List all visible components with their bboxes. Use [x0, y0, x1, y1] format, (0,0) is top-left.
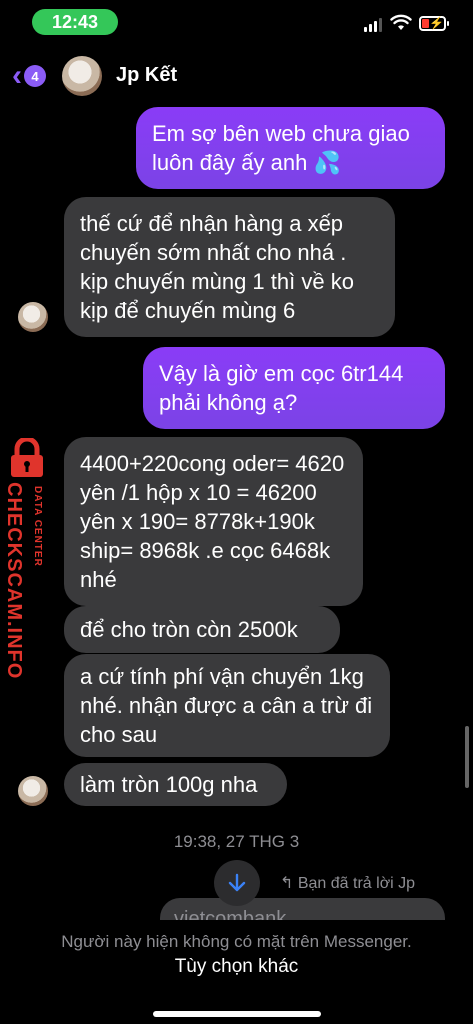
contact-avatar[interactable]: [62, 56, 102, 96]
status-time: 12:43: [32, 9, 118, 35]
reply-icon: ↰: [280, 875, 298, 892]
more-options-button[interactable]: Tùy chọn khác: [0, 956, 473, 978]
arrow-down-icon: [228, 873, 246, 892]
reply-note-text: Bạn đã trả lời Jp: [297, 875, 416, 892]
footer: Người này hiện không có mặt trên Messeng…: [0, 920, 473, 1024]
conversation-header: ‹ 4 Jp Kết: [0, 48, 473, 104]
watermark-subtext: DATA CENTER: [32, 486, 43, 567]
contact-name[interactable]: Jp Kết: [116, 64, 177, 87]
scroll-to-bottom-button[interactable]: [214, 860, 260, 906]
reply-note: ↰ Bạn đã trả lời Jp: [280, 873, 415, 893]
scrollbar[interactable]: [465, 726, 469, 788]
signal-icon: [364, 18, 382, 32]
message-incoming[interactable]: thế cứ để nhận hàng a xếp chuyến sớm nhấ…: [64, 197, 395, 337]
status-bar: 12:43 ⚡: [0, 0, 473, 44]
home-indicator[interactable]: [153, 1011, 321, 1017]
message-incoming[interactable]: để cho tròn còn 2500k: [64, 606, 340, 653]
unread-badge: 4: [24, 65, 46, 87]
wifi-icon: [390, 14, 412, 30]
battery-charging-icon: ⚡: [419, 16, 449, 31]
contact-avatar-small[interactable]: [18, 776, 48, 806]
message-incoming[interactable]: làm tròn 100g nha: [64, 763, 287, 806]
back-button[interactable]: ‹ 4: [12, 59, 46, 92]
message-incoming[interactable]: a cứ tính phí vận chuyển 1kg nhé. nhận đ…: [64, 654, 390, 757]
contact-avatar-small[interactable]: [18, 302, 48, 332]
lock-icon: [11, 438, 43, 477]
unavailable-notice: Người này hiện không có mặt trên Messeng…: [61, 932, 412, 951]
watermark: CHECKSCAM.INFO DATA CENTER: [2, 438, 52, 679]
back-chevron-icon: ‹: [12, 59, 22, 92]
message-outgoing[interactable]: Em sợ bên web chưa giao luôn đây ấy anh …: [136, 107, 445, 189]
message-outgoing[interactable]: Vậy là giờ em cọc 6tr144 phải không ạ?: [143, 347, 445, 429]
watermark-text: CHECKSCAM.INFO: [3, 482, 25, 680]
message-incoming[interactable]: 4400+220cong oder= 4620 yên /1 hộp x 10 …: [64, 437, 363, 606]
message-timestamp: 19:38, 27 THG 3: [173, 832, 300, 851]
